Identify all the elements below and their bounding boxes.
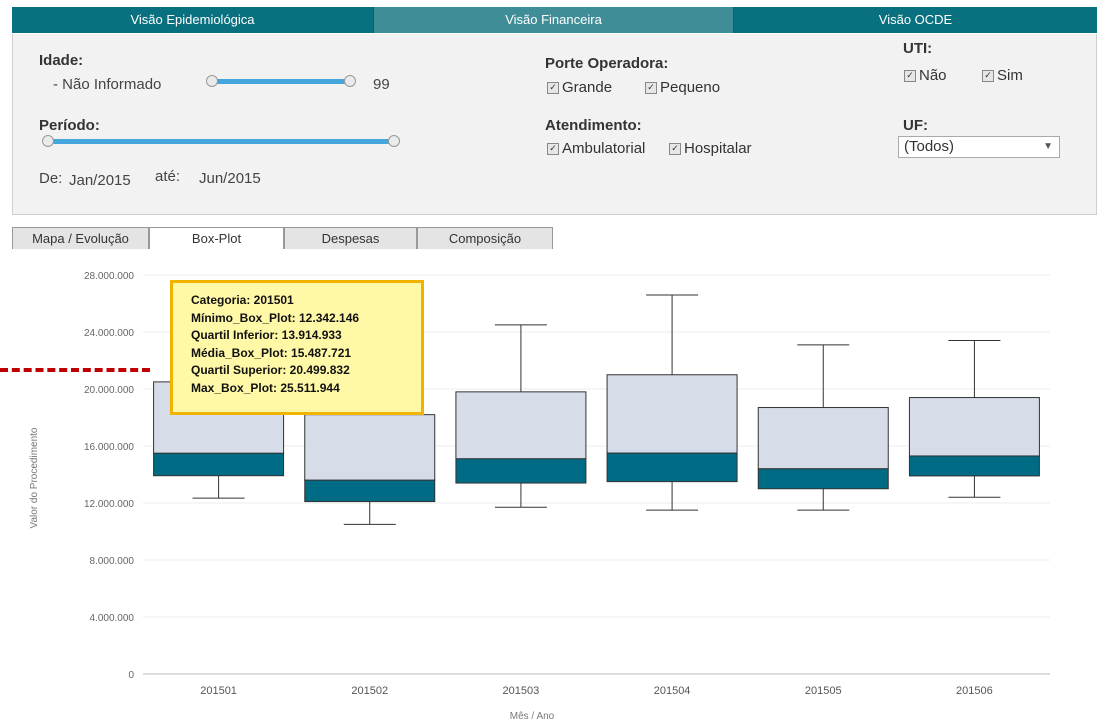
x-tick-label: 201503 (503, 685, 540, 697)
tooltip-line: Quartil Inferior: 13.914.933 (191, 328, 342, 342)
uf-select[interactable]: (Todos) ▼ (898, 136, 1060, 158)
y-tick-label: 8.000.000 (90, 556, 135, 567)
periodo-to-label: até: (155, 168, 181, 185)
nav-tab-epidemiologica[interactable]: Visão Epidemiológica (12, 7, 374, 33)
chart-tooltip: Categoria: 201501 Mínimo_Box_Plot: 12.34… (170, 280, 424, 415)
idade-min-text: - Não Informado (53, 76, 162, 93)
lower-box (304, 479, 436, 503)
tab-box-plot[interactable]: Box-Plot (149, 227, 284, 249)
x-tick-label: 201506 (956, 685, 993, 697)
check-icon: ✓ (547, 81, 559, 94)
tab-mapa-evolucao[interactable]: Mapa / Evolução (12, 227, 149, 249)
x-tick-label: 201502 (351, 685, 388, 697)
check-icon: ✓ (982, 69, 994, 82)
x-axis-label: Mês / Ano (510, 711, 555, 722)
tab-composicao[interactable]: Composição (417, 227, 553, 249)
upper-box (908, 397, 1040, 457)
periodo-slider-min-handle[interactable] (42, 135, 54, 147)
tooltip-line: Quartil Superior: 20.499.832 (191, 363, 350, 377)
upper-box (304, 414, 436, 481)
dashed-marker-line (0, 368, 150, 372)
y-axis-label: Valor do Procedimento (29, 427, 40, 528)
check-icon: ✓ (547, 142, 559, 155)
idade-slider-min-handle[interactable] (206, 75, 218, 87)
filter-panel: Idade: - Não Informado 99 Período: De: J… (12, 34, 1097, 215)
porte-grande-checkbox[interactable]: ✓ Grande (547, 79, 612, 96)
idade-slider-track[interactable] (213, 79, 348, 84)
periodo-slider-track[interactable] (49, 139, 393, 144)
uti-nao-checkbox[interactable]: ✓ Não (904, 67, 947, 84)
box-201506 (908, 340, 1040, 498)
y-tick-label: 24.000.000 (84, 328, 134, 339)
uti-label: UTI: (903, 40, 933, 57)
y-tick-label: 12.000.000 (84, 499, 134, 510)
upper-box (606, 374, 738, 454)
idade-slider-max-handle[interactable] (344, 75, 356, 87)
nav-tab-financeira[interactable]: Visão Financeira (374, 7, 734, 33)
tooltip-line: Max_Box_Plot: 25.511.944 (191, 380, 340, 395)
y-tick-label: 16.000.000 (84, 442, 134, 453)
periodo-from-value: Jan/2015 (69, 172, 131, 189)
idade-label: Idade: (39, 52, 84, 69)
porte-label: Porte Operadora: (545, 55, 669, 72)
lower-box (757, 468, 889, 490)
lower-box (153, 452, 285, 477)
y-tick-label: 20.000.000 (84, 385, 134, 396)
box-201503 (455, 324, 587, 508)
lower-box (606, 452, 738, 483)
atendimento-hospitalar-checkbox[interactable]: ✓ Hospitalar (669, 140, 752, 157)
x-tick-label: 201504 (654, 685, 691, 697)
check-icon: ✓ (645, 81, 657, 94)
uti-sim-checkbox[interactable]: ✓ Sim (982, 67, 1023, 84)
box-201505 (757, 344, 889, 511)
atendimento-ambulatorial-checkbox[interactable]: ✓ Ambulatorial (547, 140, 645, 157)
tooltip-line: Média_Box_Plot: 15.487.721 (191, 345, 352, 360)
y-tick-label: 4.000.000 (90, 613, 135, 624)
uf-label: UF: (903, 117, 928, 134)
check-icon: ✓ (904, 69, 916, 82)
porte-pequeno-checkbox[interactable]: ✓ Pequeno (645, 79, 720, 96)
periodo-label: Período: (39, 117, 100, 134)
tooltip-line: Mínimo_Box_Plot: 12.342.146 (191, 310, 360, 325)
box-201504 (606, 294, 738, 511)
chevron-down-icon: ▼ (1043, 141, 1053, 152)
tab-despesas[interactable]: Despesas (284, 227, 417, 249)
periodo-from-label: De: (39, 170, 63, 187)
x-tick-labels: 201501 201502 201503 201504 201505 201506 (200, 685, 993, 697)
box-201502 (304, 414, 436, 525)
atendimento-label: Atendimento: (545, 117, 642, 134)
upper-box (757, 407, 889, 470)
box-plot-chart: 0 4.000.000 8.000.000 12.000.000 16.000.000 2… (29, 271, 1050, 722)
top-navigation: Visão Epidemiológica Visão Financeira Vi… (12, 7, 1097, 33)
y-tick-label: 0 (128, 670, 134, 681)
lower-box (455, 458, 587, 484)
y-tick-labels: 0 4.000.000 8.000.000 12.000.000 16.000.000 2… (84, 271, 135, 681)
upper-box (455, 391, 587, 460)
periodo-slider-max-handle[interactable] (388, 135, 400, 147)
tooltip-line: Categoria: 201501 (191, 293, 294, 307)
y-tick-label: 28.000.000 (84, 271, 134, 282)
check-icon: ✓ (669, 142, 681, 155)
chart-tabs: Mapa / Evolução Box-Plot Despesas Compos… (12, 227, 553, 249)
idade-max-text: 99 (373, 76, 390, 93)
lower-box (908, 455, 1040, 477)
x-tick-label: 201505 (805, 685, 842, 697)
periodo-to-value: Jun/2015 (199, 170, 261, 187)
x-tick-label: 201501 (200, 685, 237, 697)
nav-tab-ocde[interactable]: Visão OCDE (734, 7, 1097, 33)
